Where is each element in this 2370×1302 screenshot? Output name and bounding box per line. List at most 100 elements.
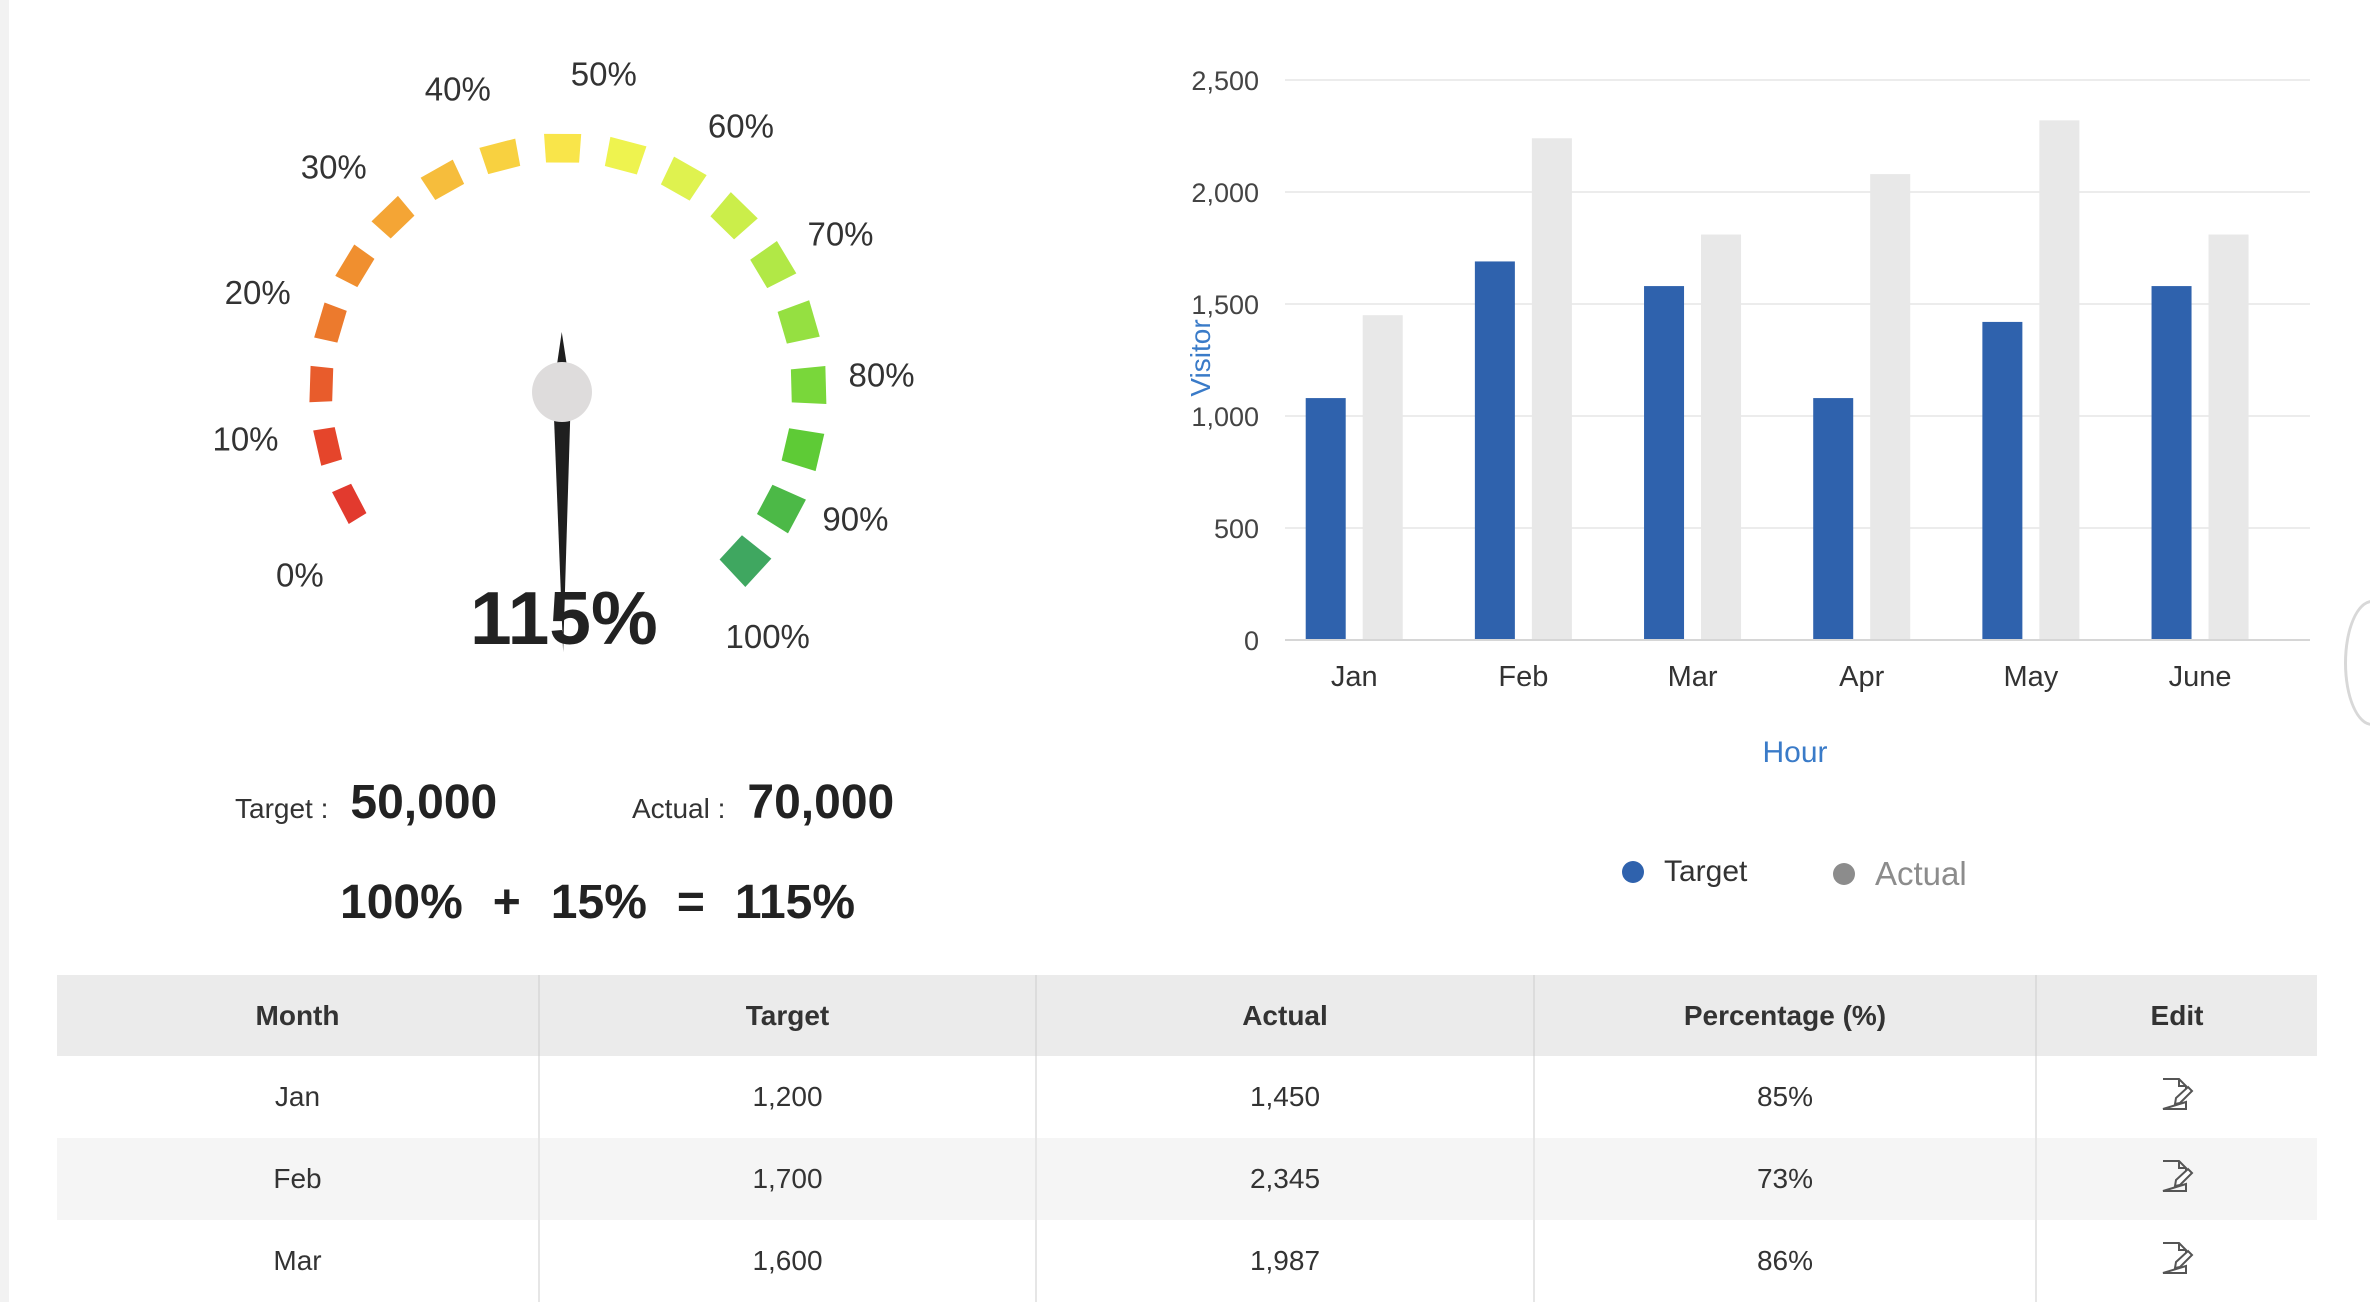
bar-actual[interactable] bbox=[1701, 234, 1742, 640]
cell-target: 1,200 bbox=[539, 1056, 1037, 1138]
cell-percentage: 86% bbox=[1534, 1220, 2037, 1302]
actual-value: 70,000 bbox=[747, 776, 895, 829]
cell-month: Jan bbox=[57, 1056, 540, 1138]
gauge-segment bbox=[309, 365, 334, 403]
cell-actual: 1,987 bbox=[1036, 1220, 1535, 1302]
equation-result: 115% bbox=[734, 876, 856, 929]
table-row: Jan 1,200 1,450 85% bbox=[57, 1056, 2317, 1138]
legend-dot-target bbox=[1622, 861, 1644, 883]
bar-target[interactable] bbox=[1982, 321, 2023, 640]
x-axis-title: Hour bbox=[1762, 736, 1827, 769]
bar-target[interactable] bbox=[2151, 286, 2192, 640]
gauge-segment bbox=[781, 428, 825, 472]
gauge-segment bbox=[604, 136, 647, 175]
gauge-segment bbox=[314, 302, 347, 343]
edit-icon[interactable] bbox=[2160, 1076, 2194, 1119]
cell-actual: 1,450 bbox=[1036, 1056, 1535, 1138]
gauge-scale-label: 100% bbox=[725, 618, 809, 655]
gauge-segment bbox=[710, 192, 758, 240]
x-tick-label: June bbox=[2169, 661, 2232, 693]
gauge-scale-label: 10% bbox=[212, 420, 278, 457]
gauge-scale-label: 30% bbox=[301, 149, 367, 186]
bar-actual[interactable] bbox=[2208, 234, 2249, 640]
cell-actual: 2,345 bbox=[1036, 1138, 1535, 1220]
table-row: Feb 1,700 2,345 73% bbox=[57, 1138, 2317, 1220]
bar-actual[interactable] bbox=[2039, 120, 2080, 640]
equation-plus: + bbox=[492, 876, 521, 929]
cell-edit bbox=[2036, 1056, 2317, 1138]
gauge-segment bbox=[332, 483, 367, 525]
gauge-segment bbox=[660, 156, 707, 201]
target-label: Target : bbox=[235, 793, 329, 824]
gauge-segment bbox=[479, 138, 521, 175]
legend-item-target[interactable]: Target bbox=[1622, 855, 1747, 889]
y-tick-label: 500 bbox=[1214, 514, 1259, 544]
edit-icon[interactable] bbox=[2160, 1240, 2194, 1283]
column-header-edit: Edit bbox=[2036, 975, 2317, 1056]
gauge-scale-label: 60% bbox=[708, 108, 774, 145]
x-tick-label: Feb bbox=[1498, 661, 1548, 693]
cell-month: Feb bbox=[57, 1138, 540, 1220]
column-header-month: Month bbox=[57, 975, 540, 1056]
gauge-segment bbox=[335, 244, 375, 288]
bar-target[interactable] bbox=[1644, 286, 1685, 640]
percentage-equation: 100% + 15% = 115% bbox=[340, 875, 855, 930]
gauge-scale-label: 20% bbox=[225, 274, 291, 311]
target-summary: Target : 50,000 bbox=[235, 775, 497, 830]
bar-actual[interactable] bbox=[1362, 315, 1403, 640]
column-header-percentage: Percentage (%) bbox=[1534, 975, 2037, 1056]
table-row: Mar 1,600 1,987 86% bbox=[57, 1220, 2317, 1302]
y-tick-label: 2,500 bbox=[1191, 66, 1259, 96]
cell-month: Mar bbox=[57, 1220, 540, 1302]
x-tick-label: Jan bbox=[1331, 661, 1378, 693]
cell-edit bbox=[2036, 1220, 2317, 1302]
cell-target: 1,700 bbox=[539, 1138, 1037, 1220]
gauge-segment bbox=[756, 484, 806, 534]
data-table: Month Target Actual Percentage (%) Edit … bbox=[57, 975, 2317, 1302]
gauge-segment bbox=[750, 240, 797, 289]
gauge-segment bbox=[719, 535, 772, 587]
x-tick-label: May bbox=[2003, 661, 2058, 693]
column-header-actual: Actual bbox=[1036, 975, 1535, 1056]
legend-dot-actual bbox=[1833, 863, 1855, 885]
y-tick-label: 2,000 bbox=[1191, 178, 1259, 208]
gauge-segment bbox=[371, 195, 415, 239]
gauge-segment bbox=[313, 427, 343, 466]
table-header-row: Month Target Actual Percentage (%) Edit bbox=[57, 975, 2317, 1056]
bar-chart-panel: 0 500 1,000 1,500 2,000 2,500 Jan Feb Mar Apr May J… bbox=[1130, 40, 2370, 920]
bar-target[interactable] bbox=[1474, 261, 1515, 640]
bar-target[interactable] bbox=[1305, 398, 1346, 640]
bar-target[interactable] bbox=[1813, 398, 1854, 640]
x-tick-label: Mar bbox=[1668, 661, 1718, 693]
legend-label-actual: Actual bbox=[1875, 855, 1967, 892]
gauge-hub bbox=[532, 362, 592, 422]
gauge-scale-label: 40% bbox=[425, 70, 491, 107]
gauge-scale-label: 70% bbox=[807, 215, 873, 252]
target-value: 50,000 bbox=[350, 776, 498, 829]
column-header-target: Target bbox=[539, 975, 1037, 1056]
equation-base: 100% bbox=[340, 876, 463, 929]
bar-actual[interactable] bbox=[1870, 174, 1911, 640]
gauge-segment bbox=[420, 159, 465, 201]
gauge-scale-label: 0% bbox=[276, 557, 324, 594]
y-tick-label: 0 bbox=[1244, 626, 1259, 656]
bar-chart: 0 500 1,000 1,500 2,000 2,500 Jan Feb Mar Apr May J… bbox=[1185, 66, 2310, 769]
cell-percentage: 85% bbox=[1534, 1056, 2037, 1138]
gauge-scale-label: 80% bbox=[849, 356, 915, 393]
edit-icon[interactable] bbox=[2160, 1158, 2194, 1201]
left-border bbox=[0, 0, 9, 1302]
gauge-panel: 0% 10% 20% 30% 40% 50% 60% 70% 80% 90% 100% 115% T… bbox=[150, 40, 1030, 940]
bar-actual[interactable] bbox=[1531, 138, 1572, 640]
legend-label-target: Target bbox=[1664, 855, 1748, 888]
cell-percentage: 73% bbox=[1534, 1138, 2037, 1220]
cell-target: 1,600 bbox=[539, 1220, 1037, 1302]
y-axis-title: Visitor bbox=[1185, 319, 1216, 396]
actual-summary: Actual : 70,000 bbox=[632, 775, 894, 830]
legend-item-actual[interactable]: Actual bbox=[1833, 855, 1967, 893]
gauge-scale-label: 50% bbox=[571, 56, 637, 93]
cell-edit bbox=[2036, 1138, 2317, 1220]
y-tick-label: 1,000 bbox=[1191, 402, 1259, 432]
actual-label: Actual : bbox=[632, 793, 726, 824]
equation-equals: = bbox=[676, 876, 705, 929]
gauge-value: 115% bbox=[470, 576, 658, 660]
